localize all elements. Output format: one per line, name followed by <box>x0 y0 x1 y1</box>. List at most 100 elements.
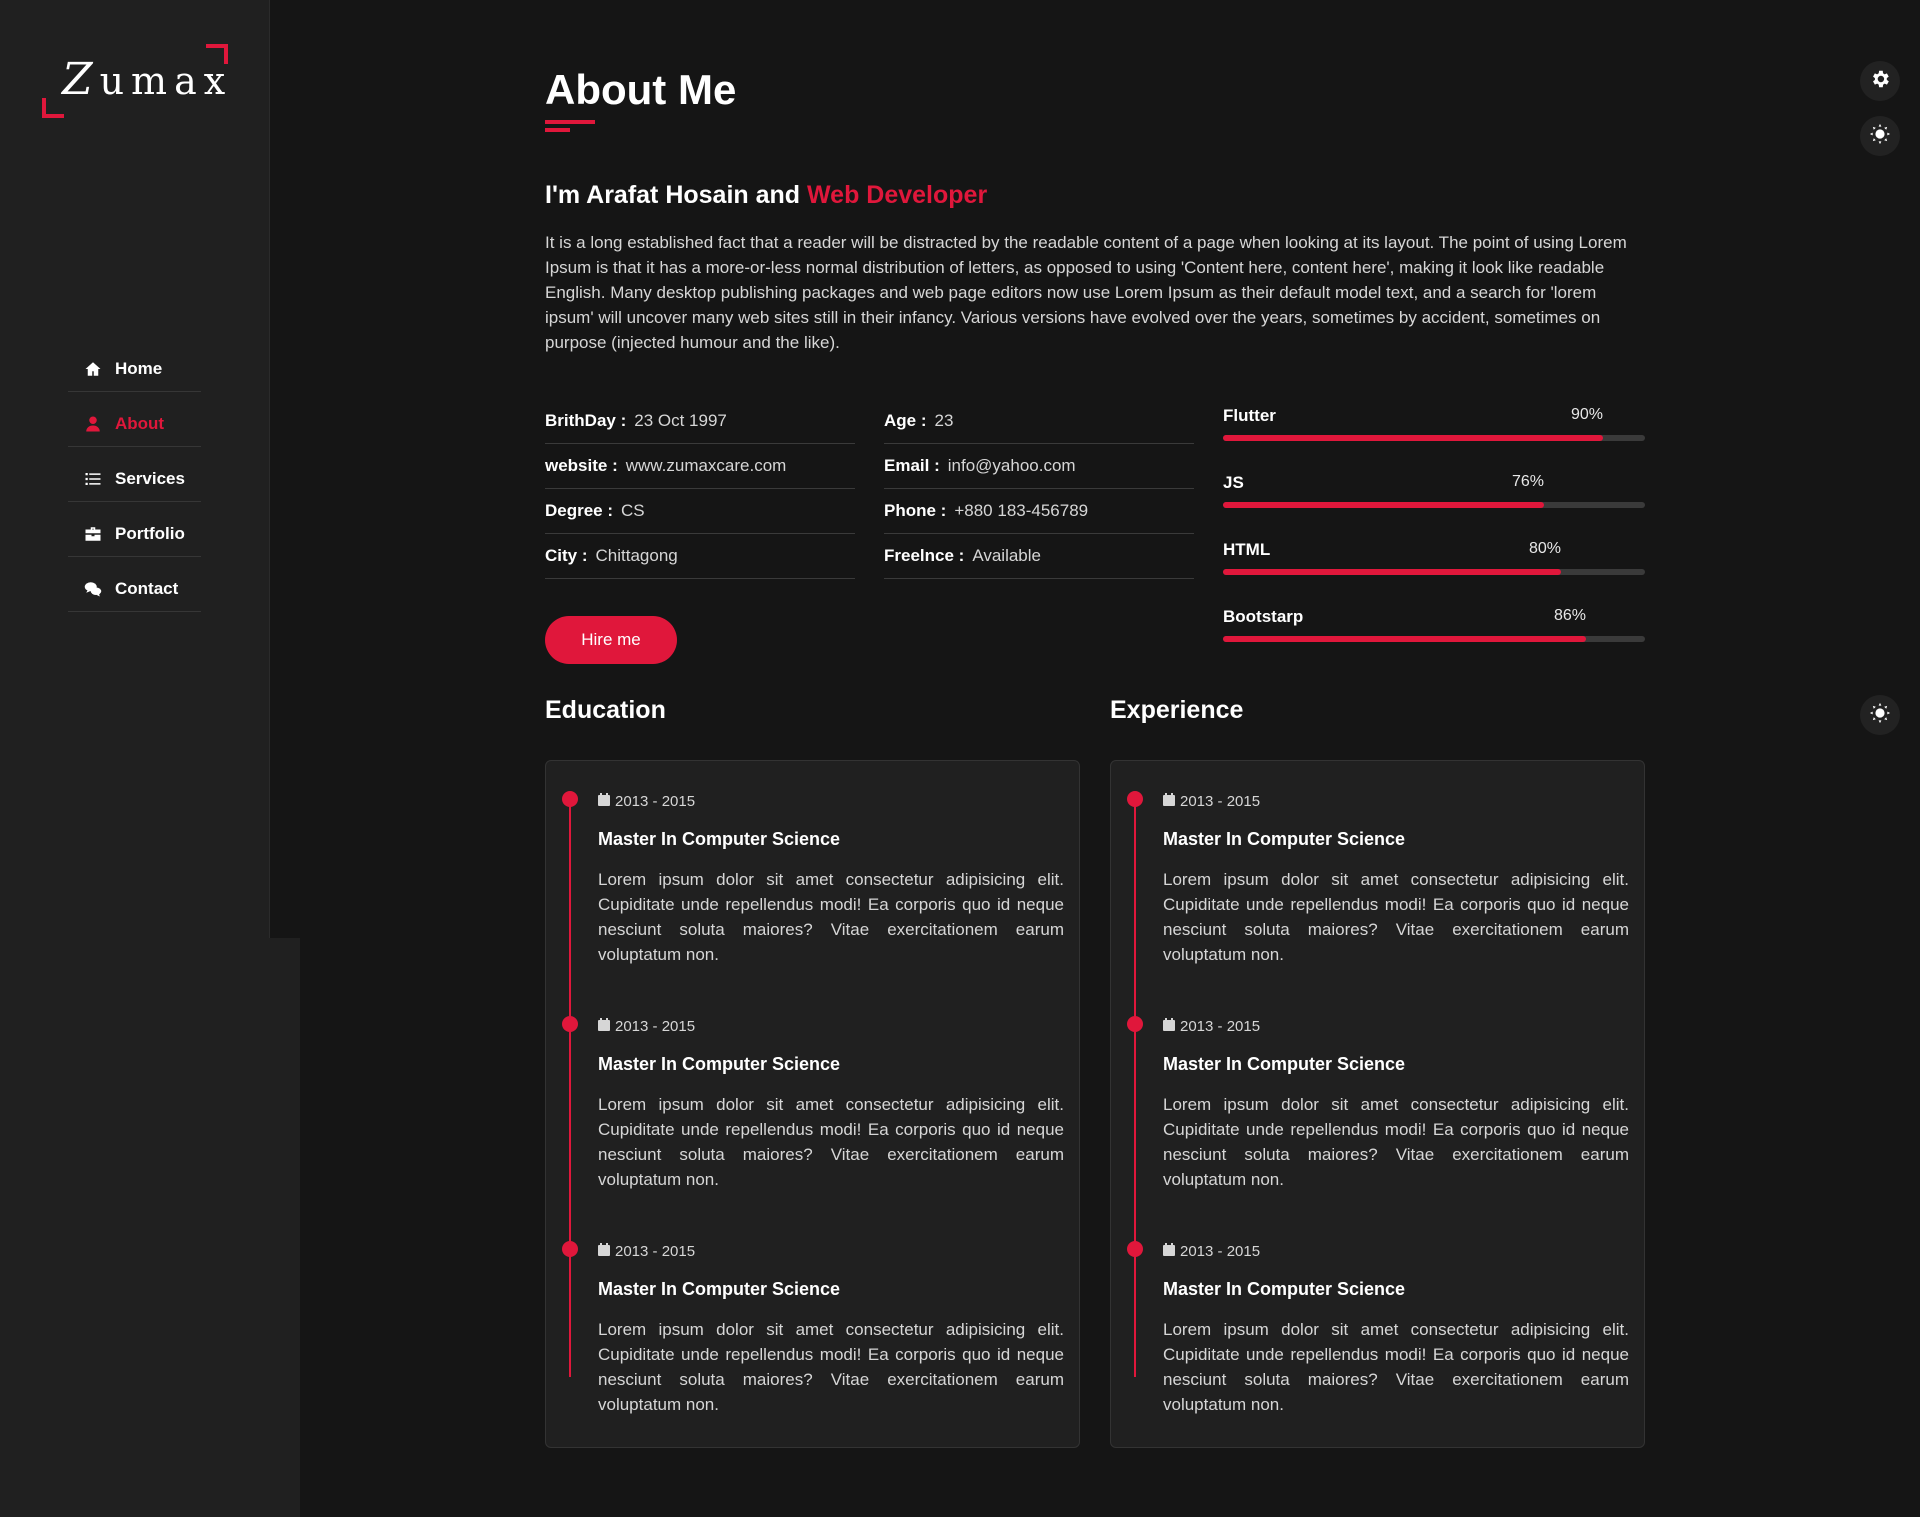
info-key: website : <box>545 456 618 475</box>
info-value: CS <box>621 501 645 520</box>
sidebar-item-label: About <box>115 413 165 433</box>
entry-date-text: 2013 - 2015 <box>1180 1018 1261 1035</box>
experience-entry: 2013 - 2015 Master In Computer Science L… <box>1111 761 1646 986</box>
sidebar-item-portfolio[interactable]: Portfolio <box>68 511 201 557</box>
timeline-dot <box>562 1016 578 1032</box>
info-key: Phone : <box>884 501 947 520</box>
intro-heading-prefix: I'm Arafat Hosain and <box>545 181 801 209</box>
calendar-icon <box>598 793 615 810</box>
info-list-left: BrithDay : 23 Oct 1997 website : www.zumax… <box>545 399 855 579</box>
skill-progress-fill <box>1223 569 1561 575</box>
info-value: www.zumaxcare.com <box>625 456 787 475</box>
calendar-icon <box>1163 1018 1180 1035</box>
info-key: Degree : <box>545 501 614 520</box>
skill-name: Flutter <box>1223 406 1276 425</box>
info-row-email: Email : info@yahoo.com <box>884 444 1194 489</box>
entry-title: Master In Computer Science <box>598 1054 841 1074</box>
gear-icon <box>1869 68 1891 95</box>
skill-progress-track <box>1223 636 1645 642</box>
sidebar-item-contact[interactable]: Contact <box>68 566 201 612</box>
entry-date-text: 2013 - 2015 <box>615 1243 696 1260</box>
entry-title: Master In Computer Science <box>1163 829 1406 849</box>
sidebar-item-label: Services <box>115 468 185 488</box>
skill-progress-fill <box>1223 435 1603 441</box>
entry-date: 2013 - 2015 <box>598 793 695 810</box>
timeline-dot <box>562 1241 578 1257</box>
skill-percent: 80% <box>1529 540 1562 557</box>
skill-progress-track <box>1223 569 1645 575</box>
info-row-website: website : www.zumaxcare.com <box>545 444 855 489</box>
sidebar-item-about[interactable]: About <box>68 401 201 447</box>
theme-toggle-button[interactable] <box>1860 116 1900 156</box>
sidebar-item-label: Home <box>115 358 163 378</box>
calendar-icon <box>598 1243 615 1260</box>
hire-me-button[interactable]: Hire me <box>545 616 677 664</box>
entry-description: Lorem ipsum dolor sit amet consectetur a… <box>598 870 1064 964</box>
skill-percent: 86% <box>1554 607 1587 624</box>
experience-entry: 2013 - 2015 Master In Computer Science L… <box>1111 1211 1646 1436</box>
sidebar-extension <box>0 938 300 1517</box>
entry-date-text: 2013 - 2015 <box>615 1018 696 1035</box>
comments-icon <box>81 580 105 598</box>
entry-date-text: 2013 - 2015 <box>615 793 696 810</box>
timeline-dot <box>1127 791 1143 807</box>
entry-date-text: 2013 - 2015 <box>1180 793 1261 810</box>
entry-description: Lorem ipsum dolor sit amet consectetur a… <box>1163 1095 1629 1189</box>
sidebar-item-home[interactable]: Home <box>68 346 201 392</box>
education-entry: 2013 - 2015 Master In Computer Science L… <box>546 986 1081 1211</box>
info-value: Chittagong <box>595 546 678 565</box>
sidebar-item-services[interactable]: Services <box>68 456 201 502</box>
info-list-right: Age : 23 Email : info@yahoo.com Phone : +88… <box>884 399 1194 579</box>
theme-toggle-button-2[interactable] <box>1860 695 1900 735</box>
entry-description: Lorem ipsum dolor sit amet consectetur a… <box>1163 870 1629 964</box>
settings-button[interactable] <box>1860 61 1900 101</box>
sun-icon <box>1869 702 1891 729</box>
entry-date: 2013 - 2015 <box>598 1243 695 1260</box>
skill-progress-track <box>1223 502 1645 508</box>
info-value: +880 183-456789 <box>954 501 1089 520</box>
skills-list: Flutter 90% JS 76% HTML 80% Bootstarp 86… <box>1223 403 1645 671</box>
timeline-dot <box>562 791 578 807</box>
skill-name: HTML <box>1223 540 1271 559</box>
education-card: 2013 - 2015 Master In Computer Science L… <box>545 760 1080 1448</box>
skill-name: Bootstarp <box>1223 607 1304 626</box>
entry-date: 2013 - 2015 <box>598 1018 695 1035</box>
timeline-dot <box>1127 1241 1143 1257</box>
entry-description: Lorem ipsum dolor sit amet consectetur a… <box>1163 1320 1629 1414</box>
info-row-birthday: BrithDay : 23 Oct 1997 <box>545 399 855 444</box>
education-entry: 2013 - 2015 Master In Computer Science L… <box>546 761 1081 986</box>
info-row-freelance: Freelnce : Available <box>884 534 1194 579</box>
info-row-phone: Phone : +880 183-456789 <box>884 489 1194 534</box>
entry-date: 2013 - 2015 <box>1163 1243 1260 1260</box>
home-icon <box>81 360 105 378</box>
entry-date: 2013 - 2015 <box>1163 1018 1260 1035</box>
skill-bootstrap: Bootstarp 86% <box>1223 604 1645 671</box>
title-underline-short <box>545 128 570 132</box>
info-value: 23 <box>934 411 954 430</box>
calendar-icon <box>598 1018 615 1035</box>
sidebar-nav: Home About Services Portfolio Contact <box>68 346 201 621</box>
entry-title: Master In Computer Science <box>1163 1279 1406 1299</box>
intro-heading-accent: Web Developer <box>807 181 988 209</box>
user-icon <box>81 415 105 433</box>
skill-percent: 90% <box>1571 406 1604 423</box>
education-title: Education <box>545 696 666 724</box>
education-entry: 2013 - 2015 Master In Computer Science L… <box>546 1211 1081 1436</box>
timeline-dot <box>1127 1016 1143 1032</box>
skill-js: JS 76% <box>1223 470 1645 537</box>
info-key: City : <box>545 546 588 565</box>
entry-title: Master In Computer Science <box>1163 1054 1406 1074</box>
entry-date: 2013 - 2015 <box>1163 793 1260 810</box>
briefcase-icon <box>81 525 105 543</box>
entry-description: Lorem ipsum dolor sit amet consectetur a… <box>598 1095 1064 1189</box>
logo-letters: umax <box>99 59 233 103</box>
entry-title: Master In Computer Science <box>598 1279 841 1299</box>
info-row-degree: Degree : CS <box>545 489 855 534</box>
info-row-city: City : Chittagong <box>545 534 855 579</box>
calendar-icon <box>1163 793 1180 810</box>
logo[interactable]: Zumax <box>42 44 228 118</box>
title-underline <box>545 120 595 124</box>
info-value: Available <box>972 546 1041 565</box>
entry-title: Master In Computer Science <box>598 829 841 849</box>
skill-progress-track <box>1223 435 1645 441</box>
